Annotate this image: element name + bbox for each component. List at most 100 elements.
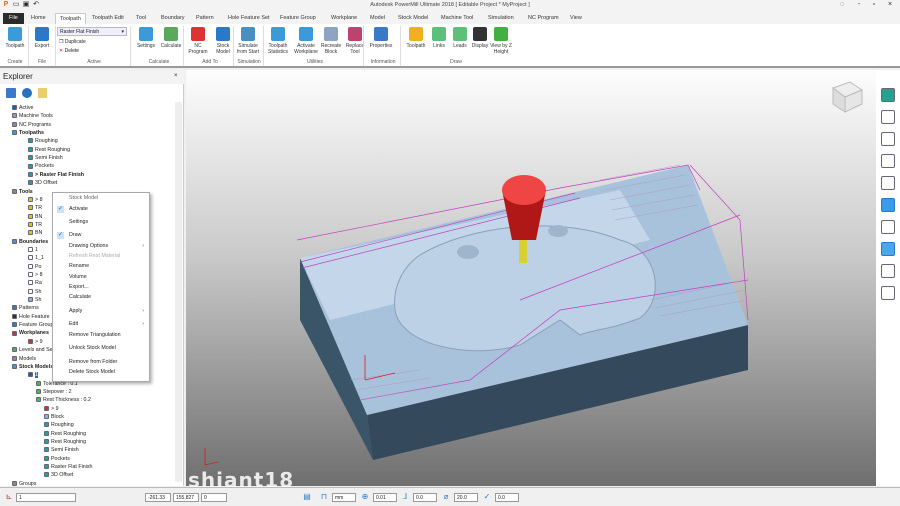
tree-item[interactable]: 3D Offset bbox=[44, 471, 73, 479]
thickness-field[interactable]: 0.0 bbox=[413, 493, 437, 502]
ribbon-button-export[interactable]: Export bbox=[29, 27, 55, 49]
recycle-bin-icon[interactable] bbox=[38, 88, 47, 98]
tree-item[interactable]: Semi Finish bbox=[44, 446, 79, 454]
tree-item[interactable]: NC Programs bbox=[12, 121, 51, 129]
duplicate-button[interactable]: ❐ Duplicate bbox=[59, 39, 86, 45]
tree-item[interactable]: Active bbox=[12, 104, 33, 112]
tab-feature-group[interactable]: Feature Group bbox=[276, 13, 320, 24]
tree-item[interactable]: Roughing bbox=[28, 137, 58, 145]
tab-nc-program[interactable]: NC Program bbox=[524, 13, 563, 24]
context-menu-item-edit[interactable]: Edit › bbox=[53, 320, 149, 329]
panel-close-icon[interactable]: × bbox=[174, 73, 178, 79]
tab-machine-tool[interactable]: Machine Tool bbox=[437, 13, 477, 24]
context-menu-item-remove-from-folder[interactable]: Remove from Folder bbox=[53, 358, 149, 367]
tree-item[interactable]: Rest Roughing bbox=[44, 430, 86, 438]
tree-item[interactable]: Levels and Se bbox=[12, 346, 53, 354]
tab-simulation[interactable]: Simulation bbox=[484, 13, 518, 24]
context-menu-item-apply[interactable]: Apply › bbox=[53, 307, 149, 316]
zoom-box-icon[interactable] bbox=[881, 154, 895, 168]
tree-item[interactable]: 1 bbox=[28, 371, 38, 379]
tree-item[interactable]: Models bbox=[12, 355, 36, 363]
diameter-field[interactable]: 20.0 bbox=[454, 493, 478, 502]
ribbon-button-view-by-z-height[interactable]: View by Z Height bbox=[488, 27, 514, 55]
tree-item[interactable]: Rest Thickness : 0.2 bbox=[36, 396, 91, 404]
context-menu-item-calculate[interactable]: Calculate bbox=[53, 293, 149, 302]
tree-item[interactable]: Stepover : 2 bbox=[36, 388, 72, 396]
tree-item[interactable]: Tools bbox=[12, 188, 33, 196]
tree-item[interactable]: Stock Models bbox=[12, 363, 53, 371]
tab-workplane[interactable]: Workplane bbox=[327, 13, 361, 24]
tree-item[interactable]: Raster Flat Finish bbox=[44, 463, 93, 471]
ribbon-button-nc-program[interactable]: NC Program bbox=[185, 27, 211, 55]
tree-item[interactable]: Pockets bbox=[44, 455, 70, 463]
tree-item[interactable]: Machine Tools bbox=[12, 112, 53, 120]
tab-toolpath[interactable]: Toolpath bbox=[55, 13, 86, 24]
context-menu-item-drawing-options[interactable]: Drawing Options › bbox=[53, 242, 149, 251]
context-menu-item-export[interactable]: Export... bbox=[53, 283, 149, 292]
tree-item[interactable]: > 9 bbox=[44, 405, 59, 413]
model-view[interactable] bbox=[186, 70, 876, 486]
minimize-button[interactable]: - bbox=[855, 1, 863, 9]
tree-item[interactable]: BN bbox=[28, 229, 42, 237]
context-menu-item-draw[interactable]: ✓ Draw bbox=[53, 231, 149, 240]
tree-item[interactable]: Po bbox=[28, 263, 41, 271]
tree-item[interactable]: 1_1 bbox=[28, 254, 44, 262]
wireframe-icon[interactable] bbox=[881, 220, 895, 234]
tab-file[interactable]: File bbox=[3, 13, 24, 24]
select-undo-icon[interactable] bbox=[881, 286, 895, 300]
iso-view-icon[interactable] bbox=[881, 198, 895, 212]
ribbon-button-activate-workplane[interactable]: Activate Workplane bbox=[293, 27, 319, 55]
context-menu-item-volume[interactable]: Volume bbox=[53, 273, 149, 282]
context-menu-item-rename[interactable]: Rename bbox=[53, 262, 149, 271]
context-menu-item-unlock-stock-model[interactable]: Unlock Stock Model bbox=[53, 344, 149, 353]
tree-item[interactable]: Rest Roughing bbox=[28, 146, 70, 154]
tree-item[interactable]: Rest Roughing bbox=[44, 438, 86, 446]
tree-item[interactable]: Ra bbox=[28, 279, 42, 287]
tree-item[interactable]: > 8 bbox=[28, 271, 43, 279]
ribbon-button-toolpath[interactable]: Toolpath bbox=[2, 27, 28, 49]
tree-item[interactable]: 3D Offset bbox=[28, 179, 57, 187]
tree-item[interactable]: Workplanes bbox=[12, 329, 49, 337]
tree-item[interactable]: > Raster Flat Finish bbox=[28, 171, 84, 179]
tree-item[interactable]: Hole Feature bbox=[12, 313, 50, 321]
view-cube[interactable] bbox=[831, 81, 864, 113]
document-refresh-icon[interactable] bbox=[881, 132, 895, 146]
ribbon-button-toolpath-statistics[interactable]: Toolpath Statistics bbox=[265, 27, 291, 55]
tab-boundary[interactable]: Boundary bbox=[157, 13, 189, 24]
tab-pattern[interactable]: Pattern bbox=[192, 13, 218, 24]
explorer-scrollbar[interactable] bbox=[175, 102, 182, 482]
context-menu-item-remove-triangulation[interactable]: Remove Triangulation bbox=[53, 331, 149, 340]
tab-home[interactable]: Home bbox=[27, 13, 50, 24]
explorer-view-icon[interactable] bbox=[6, 88, 16, 98]
ribbon-button-properties[interactable]: Properties bbox=[368, 27, 394, 49]
tree-item[interactable]: Boundaries bbox=[12, 238, 48, 246]
tolerance-field[interactable]: 0.01 bbox=[373, 493, 397, 502]
tab-view[interactable]: View bbox=[566, 13, 586, 24]
ribbon-button-replace-tool[interactable]: Replace Tool bbox=[342, 27, 368, 55]
tree-item[interactable]: > 8 bbox=[28, 196, 43, 204]
ribbon-button-simulate-from-start[interactable]: Simulate from Start bbox=[235, 27, 261, 55]
tree-item[interactable]: TR bbox=[28, 204, 42, 212]
tree-item[interactable]: Pockets bbox=[28, 162, 54, 170]
tab-hole-feature-set[interactable]: Hole Feature Set bbox=[224, 13, 274, 24]
ribbon-button-recreate-block[interactable]: Recreate Block bbox=[318, 27, 344, 55]
tree-item[interactable]: Sh bbox=[28, 288, 41, 296]
context-menu-item-delete-stock-model[interactable]: Delete Stock Model bbox=[53, 368, 149, 377]
delete-button[interactable]: ✕ Delete bbox=[59, 48, 79, 54]
units-field[interactable]: mm bbox=[332, 493, 356, 502]
tree-item[interactable]: Semi Finish bbox=[28, 154, 63, 162]
select-icon[interactable] bbox=[881, 264, 895, 278]
tab-tool[interactable]: Tool bbox=[132, 13, 150, 24]
context-menu-item-activate[interactable]: ✓ Activate bbox=[53, 205, 149, 214]
tree-item[interactable]: Toolpaths bbox=[12, 129, 44, 137]
tree-item[interactable]: TR bbox=[28, 221, 42, 229]
help-icon[interactable]: ◌ bbox=[838, 1, 846, 9]
angle-field[interactable]: 0.0 bbox=[495, 493, 519, 502]
zoom-refresh-icon[interactable] bbox=[881, 110, 895, 124]
sidebar-toggle-icon[interactable] bbox=[881, 88, 895, 102]
ribbon-button-settings[interactable]: Settings bbox=[133, 27, 159, 49]
tree-item[interactable]: Block bbox=[44, 413, 64, 421]
zoom-icon[interactable] bbox=[881, 176, 895, 190]
3d-viewport[interactable] bbox=[186, 70, 876, 486]
close-button[interactable]: × bbox=[886, 1, 894, 9]
